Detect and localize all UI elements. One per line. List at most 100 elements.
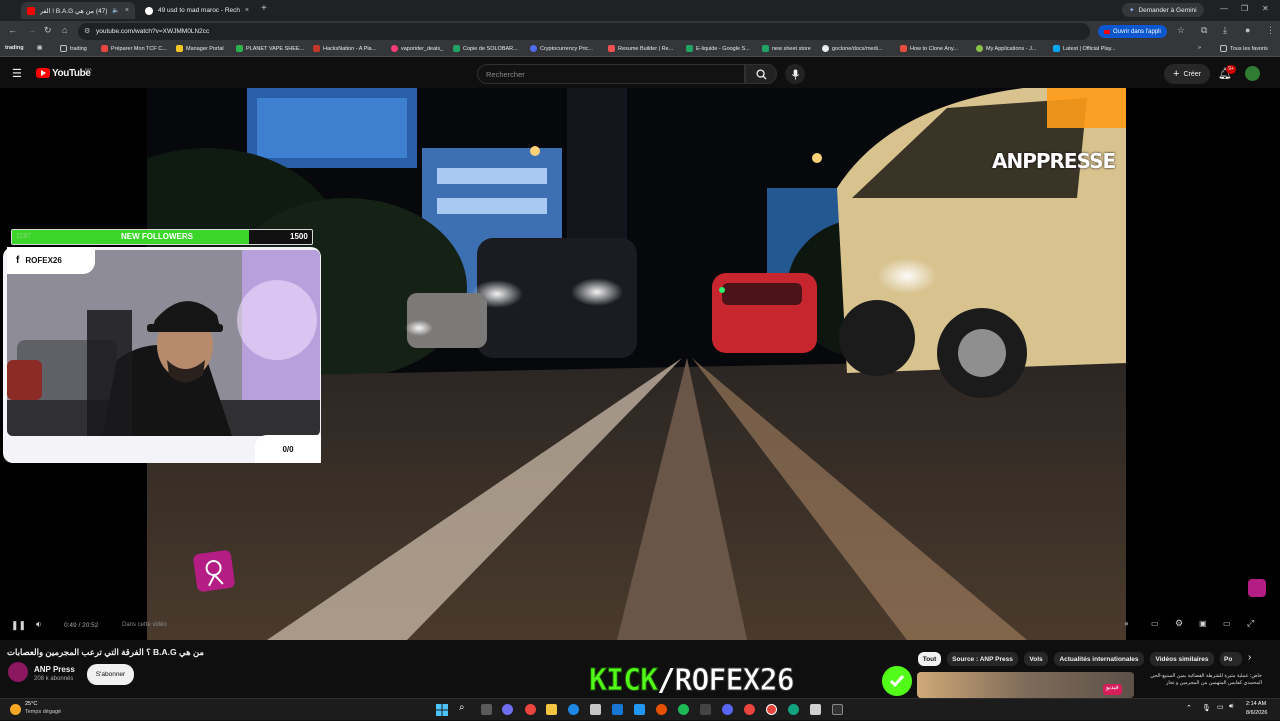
subscribe-button[interactable]: S'abonner bbox=[87, 664, 134, 685]
tab-search[interactable]: 49 usd to mad maroc - Recher × bbox=[139, 2, 255, 19]
apps-grid-icon[interactable]: ▦ bbox=[37, 45, 42, 51]
volume-tray-icon[interactable]: 🔊︎ bbox=[1229, 703, 1233, 711]
bookmark-star-icon[interactable]: ☆ bbox=[1177, 25, 1185, 36]
address-bar-row: ← → ↻ ⌂ ⚙ youtube.com/watch?v=XWJMM0LN2c… bbox=[0, 21, 1280, 42]
download-icon[interactable]: ⤓ bbox=[1223, 25, 1227, 36]
chip-all[interactable]: Tout bbox=[918, 652, 941, 666]
bookmark-item[interactable]: trading bbox=[60, 45, 87, 52]
chip-similar-videos[interactable]: Vidéos similaires bbox=[1150, 652, 1214, 666]
site-info-icon[interactable]: ⚙ bbox=[84, 27, 90, 35]
task-view-icon[interactable] bbox=[481, 704, 492, 715]
theater-mode-icon[interactable]: ▭ bbox=[1223, 619, 1231, 628]
camera-sticker-small-icon bbox=[1248, 579, 1266, 597]
bookmark-item[interactable]: Copie de SOLOBAR... bbox=[453, 45, 518, 52]
gemini-button[interactable]: ✦ Demander à Gemini bbox=[1122, 3, 1204, 17]
chip-more[interactable]: Po bbox=[1220, 652, 1242, 666]
app-icon[interactable] bbox=[634, 704, 645, 715]
gemini-icon: ✦ bbox=[1129, 7, 1135, 14]
app-icon[interactable] bbox=[810, 704, 821, 715]
microphone-tray-icon[interactable]: 🎙︎ bbox=[1202, 704, 1211, 712]
tray-chevron-icon[interactable]: ⌃ bbox=[1186, 704, 1192, 712]
avatar[interactable] bbox=[1245, 66, 1260, 81]
chrome-icon[interactable] bbox=[744, 704, 755, 715]
new-tab-button[interactable]: + bbox=[261, 3, 267, 14]
more-bookmarks-icon[interactable]: » bbox=[1198, 45, 1201, 51]
autoplay-toggle-icon[interactable]: ● bbox=[1124, 619, 1129, 628]
search-button[interactable] bbox=[745, 64, 777, 84]
bookmark-item[interactable]: Resume Builder | Re... bbox=[608, 45, 673, 52]
chip-source[interactable]: Source : ANP Press bbox=[947, 652, 1018, 666]
forward-icon[interactable]: → bbox=[27, 25, 36, 35]
extensions-icon[interactable]: ⧉ bbox=[1201, 25, 1207, 36]
bookmark-item[interactable]: E-liquide - Google S... bbox=[686, 45, 750, 52]
browser-tab-bar: (47) من هي B.A.G ! الفرقة 🔈 × 49 usd to … bbox=[0, 0, 1280, 21]
reload-icon[interactable]: ↻ bbox=[44, 25, 52, 36]
settings-gear-icon[interactable]: ⚙ bbox=[1175, 618, 1183, 629]
bookmarks-bar: trading ▦ trading Préparer Mon TCF C... … bbox=[0, 42, 1280, 57]
network-icon[interactable]: ▭ bbox=[1217, 703, 1224, 711]
app-icon[interactable] bbox=[700, 704, 711, 715]
fullscreen-icon[interactable]: ⤢ bbox=[1247, 618, 1254, 629]
minimize-icon[interactable]: — bbox=[1220, 4, 1228, 13]
discord-icon[interactable] bbox=[722, 704, 733, 715]
channel-name[interactable]: ANP Press bbox=[34, 665, 75, 674]
bookmark-item[interactable]: Préparer Mon TCF C... bbox=[101, 45, 167, 52]
bookmark-item[interactable]: vaporider_deals_ bbox=[391, 45, 443, 52]
store-icon[interactable] bbox=[590, 704, 601, 715]
chrome-icon[interactable] bbox=[525, 704, 536, 715]
close-tab-icon[interactable]: × bbox=[125, 7, 129, 14]
bookmark-item[interactable]: PLANET VAPE SHEE... bbox=[236, 45, 304, 52]
search-input[interactable]: Rechercher bbox=[477, 64, 745, 84]
bookmark-item[interactable]: HacksNation - A Pla... bbox=[313, 45, 376, 52]
bookmark-item[interactable]: How to Clone Any... bbox=[900, 45, 958, 52]
chevron-right-icon[interactable]: › bbox=[1248, 652, 1251, 663]
bookmark-item[interactable]: Cryptocurrency Pric... bbox=[530, 45, 593, 52]
bookmark-trading[interactable]: trading bbox=[5, 45, 24, 51]
chip-vols[interactable]: Vols bbox=[1024, 652, 1048, 666]
chapter-label[interactable]: Dans cette vidéo bbox=[122, 622, 167, 628]
url-field[interactable]: ⚙ youtube.com/watch?v=XWJMM0LN2cc bbox=[78, 23, 1090, 40]
voice-search-button[interactable] bbox=[785, 64, 805, 84]
chatgpt-icon[interactable] bbox=[788, 704, 799, 715]
bookmark-item[interactable]: My Applications - J... bbox=[976, 45, 1036, 52]
mail-icon[interactable] bbox=[612, 704, 623, 715]
clock-time[interactable]: 2:14 AM bbox=[1246, 701, 1266, 707]
hamburger-menu-icon[interactable]: ☰ bbox=[12, 67, 22, 80]
close-tab-icon[interactable]: × bbox=[245, 7, 249, 14]
windows-start-icon[interactable] bbox=[436, 703, 448, 716]
youtube-logo-icon[interactable] bbox=[36, 68, 50, 78]
all-bookmarks[interactable]: Tous les favoris bbox=[1220, 45, 1268, 52]
menu-icon[interactable]: ⋮ bbox=[1266, 25, 1275, 36]
spotify-icon[interactable] bbox=[678, 704, 689, 715]
tab-youtube[interactable]: (47) من هي B.A.G ! الفرقة 🔈 × bbox=[21, 2, 135, 19]
search-icon bbox=[755, 68, 767, 80]
profile-icon[interactable]: ● bbox=[1245, 25, 1250, 35]
edge-icon[interactable] bbox=[568, 704, 579, 715]
pause-icon[interactable]: ❚❚ bbox=[11, 620, 26, 631]
volume-icon[interactable]: 🔉︎ bbox=[36, 619, 42, 630]
channel-avatar[interactable] bbox=[8, 662, 28, 682]
create-button[interactable]: + Créer bbox=[1164, 64, 1210, 84]
terminal-icon[interactable] bbox=[832, 704, 843, 715]
maximize-icon[interactable]: ❐ bbox=[1241, 4, 1248, 13]
open-in-app-button[interactable]: Ouvrir dans l'appli bbox=[1098, 25, 1167, 38]
bookmark-item[interactable]: new sheet store bbox=[762, 45, 811, 52]
bookmark-item[interactable]: Latest | Official Play... bbox=[1053, 45, 1116, 52]
clock-date[interactable]: 8/6/2026 bbox=[1246, 710, 1267, 716]
recommended-thumbnail[interactable]: فيديو bbox=[917, 672, 1134, 698]
close-window-icon[interactable]: ✕ bbox=[1262, 4, 1269, 13]
chip-international-news[interactable]: Actualités internationales bbox=[1054, 652, 1144, 666]
copilot-icon[interactable] bbox=[502, 704, 513, 715]
app-icon[interactable] bbox=[656, 704, 667, 715]
chrome-active-icon[interactable] bbox=[766, 704, 777, 715]
taskbar-search-icon[interactable]: ⌕ bbox=[459, 702, 465, 713]
file-explorer-icon[interactable] bbox=[546, 704, 557, 715]
create-label: Créer bbox=[1183, 70, 1201, 78]
miniplayer-icon[interactable]: ▣ bbox=[1199, 619, 1207, 628]
bookmark-item[interactable]: Manager Portal bbox=[176, 45, 224, 52]
back-icon[interactable]: ← bbox=[8, 25, 17, 35]
subtitles-icon[interactable]: ▭ bbox=[1151, 619, 1159, 628]
recommended-title[interactable]: خاص: عملية مثيرة للشرطة القضائية بمين ال… bbox=[1137, 673, 1262, 698]
home-icon[interactable]: ⌂ bbox=[62, 25, 67, 35]
bookmark-item[interactable]: goclone/docs/medi... bbox=[822, 45, 882, 52]
